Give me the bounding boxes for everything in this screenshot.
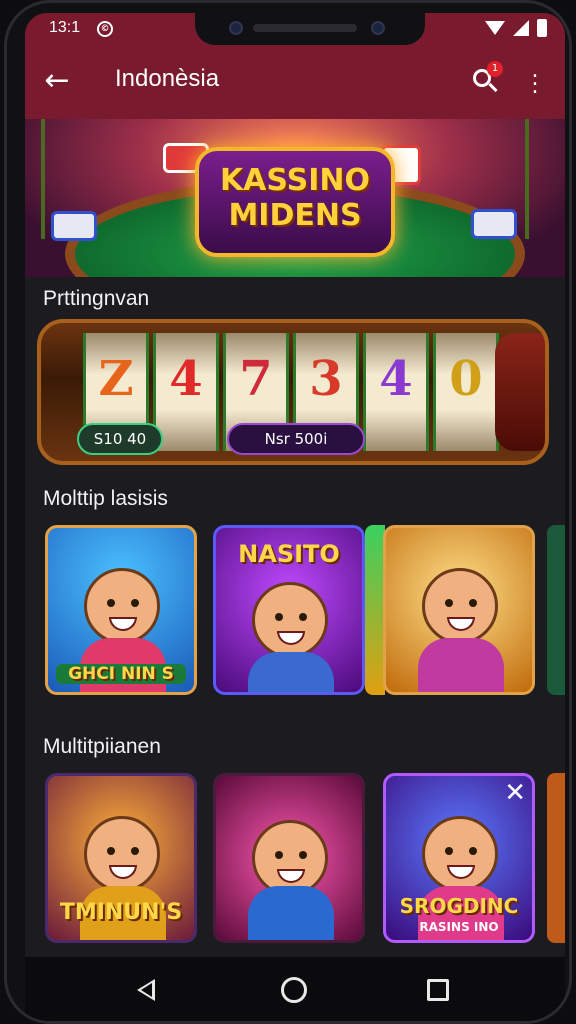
slot-reel: 4: [363, 333, 429, 451]
game-card[interactable]: [213, 773, 365, 943]
reel-symbol: Z: [98, 351, 134, 407]
eye: [131, 847, 139, 855]
eye: [107, 847, 115, 855]
status-bar: 13:1 ©: [25, 13, 565, 45]
character-face: [252, 820, 328, 896]
logo-line-1: KASSINO: [219, 163, 371, 198]
slot-machine-lever: [495, 333, 545, 451]
nav-back-icon[interactable]: [137, 979, 155, 1001]
hero-banner[interactable]: KASSINO MIDENS: [25, 119, 565, 277]
game-card-title: GHCI NIN S: [56, 664, 186, 684]
game-card-title: TMINUN'S: [59, 900, 183, 925]
card-edge-peek: [547, 525, 565, 695]
mouth: [277, 869, 305, 883]
mouth: [447, 865, 475, 879]
game-card-title: NASITO: [238, 540, 340, 568]
eye: [299, 851, 307, 859]
eye: [445, 847, 453, 855]
chip-stack-left: [51, 211, 97, 241]
back-arrow-icon[interactable]: ←: [39, 63, 75, 99]
section-title-3: Multitpiianen: [43, 735, 161, 758]
system-nav-bar: [25, 957, 565, 1021]
eye: [275, 851, 283, 859]
nav-home-icon[interactable]: [281, 977, 307, 1003]
casino-logo: KASSINO MIDENS: [195, 147, 395, 257]
more-options-icon[interactable]: ...: [525, 60, 545, 98]
mouth: [277, 631, 305, 645]
reel-symbol: 7: [239, 351, 273, 407]
status-time: 13:1: [49, 19, 81, 36]
slot-machine-banner[interactable]: Z 4 7 3 4 0 S10 40 Nsr 500i: [37, 319, 549, 465]
signal-icon: [513, 20, 529, 36]
slot-bet-pill[interactable]: S10 40: [77, 423, 163, 455]
palm-tree-right: [525, 119, 565, 239]
character-face: [422, 568, 498, 644]
reel-symbol: 4: [379, 351, 413, 407]
eye: [299, 613, 307, 621]
logo-line-2: MIDENS: [228, 198, 362, 233]
game-card[interactable]: NASITO: [213, 525, 365, 695]
eye: [107, 599, 115, 607]
notification-indicator-icon: ©: [97, 21, 113, 37]
app-bar: ← Indonèsia 1 ...: [25, 45, 565, 119]
eye: [275, 613, 283, 621]
character-face: [84, 816, 160, 892]
eye: [469, 847, 477, 855]
mouth: [109, 865, 137, 879]
section-title-1: Prttingnvan: [43, 287, 150, 310]
eye: [131, 599, 139, 607]
chip-stack-right: [471, 209, 517, 239]
page-title: Indonèsia: [115, 65, 220, 92]
speaker-grille: [253, 24, 357, 32]
slot-reel: 4: [153, 333, 219, 451]
slot-win-pill[interactable]: Nsr 500i: [227, 423, 365, 455]
game-card[interactable]: ✕ SROGDINC RASINS INO: [383, 773, 535, 943]
battery-icon: [537, 19, 547, 37]
notification-badge: 1: [487, 61, 503, 77]
game-card[interactable]: TMINUN'S: [45, 773, 197, 943]
reel-symbol: 4: [169, 351, 203, 407]
close-icon[interactable]: ✕: [504, 780, 526, 806]
search-handle: [488, 82, 498, 93]
screen: 13:1 © ← Indonèsia 1 ... KASSINO MIDENS …: [25, 13, 565, 957]
character-body: [418, 638, 504, 692]
mouth: [109, 617, 137, 631]
game-card-subtitle: RASINS INO: [419, 920, 499, 934]
character-face: [422, 816, 498, 892]
status-icons: [485, 19, 547, 37]
reel-symbol: 0: [449, 351, 483, 407]
eye: [445, 599, 453, 607]
sensor-icon: [371, 21, 385, 35]
character-body: [248, 652, 334, 692]
nav-recents-icon[interactable]: [427, 979, 449, 1001]
mouth: [447, 617, 475, 631]
card-edge-peek: [365, 525, 385, 695]
game-card[interactable]: GHCI NIN S: [45, 525, 197, 695]
phone-frame: 13:1 © ← Indonèsia 1 ... KASSINO MIDENS …: [4, 0, 572, 1024]
section-title-2: Molttip lasisis: [43, 487, 168, 510]
card-edge-peek: [547, 773, 565, 943]
reel-symbol: 3: [309, 351, 343, 407]
game-card-title: SROGDINC: [399, 894, 519, 918]
character-body: [248, 886, 334, 940]
camera-icon: [229, 21, 243, 35]
slot-reel: 0: [433, 333, 499, 451]
character-face: [84, 568, 160, 644]
eye: [469, 599, 477, 607]
character-face: [252, 582, 328, 658]
camera-notch: [195, 13, 425, 45]
game-card[interactable]: [383, 525, 535, 695]
wifi-icon: [485, 21, 505, 35]
